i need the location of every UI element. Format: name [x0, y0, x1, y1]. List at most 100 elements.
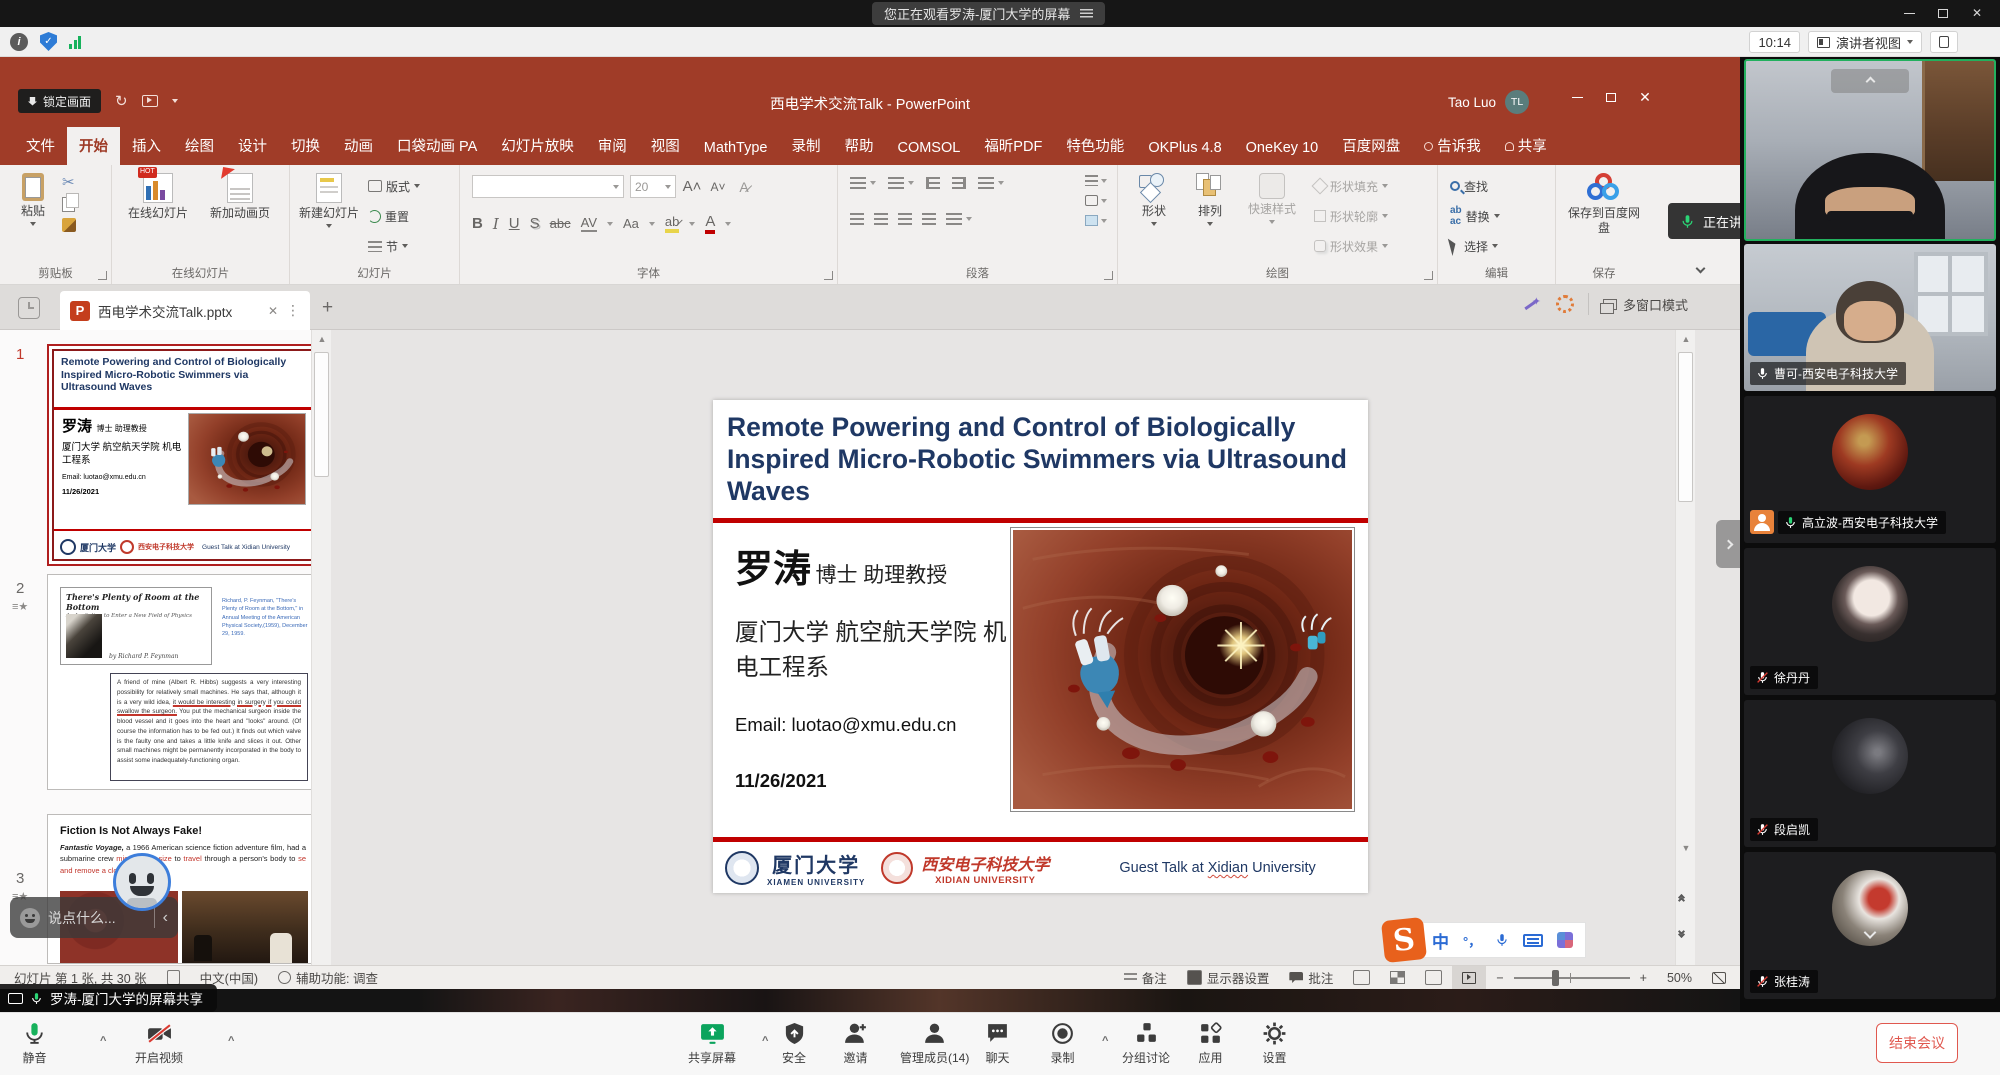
cut-icon[interactable]: ✂ [62, 173, 76, 191]
character-spacing-button[interactable]: AV [581, 215, 597, 232]
breakout-button[interactable]: 分组讨论 [1122, 1021, 1170, 1066]
slide-thumbnail-2[interactable]: There's Plenty of Room at the Bottom An … [47, 574, 319, 790]
flower-settings-icon[interactable] [1556, 295, 1574, 313]
fullscreen-button[interactable] [1930, 31, 1958, 53]
previous-slide-button[interactable] [1679, 895, 1684, 903]
copy-icon[interactable] [62, 197, 75, 212]
share-screen-button[interactable]: 共享屏幕 [688, 1021, 736, 1066]
thumbnail-scroll-up-icon[interactable]: ▲ [312, 330, 332, 348]
mute-button[interactable]: 静音 [22, 1021, 47, 1066]
view-normal-button[interactable] [1343, 970, 1380, 985]
view-mode-selector[interactable]: 演讲者视图 [1808, 31, 1922, 53]
clear-formatting-icon[interactable]: A̷ [734, 179, 754, 195]
canvas-scrollbar-thumb[interactable] [1678, 352, 1693, 502]
tab-design[interactable]: 设计 [226, 127, 279, 165]
ime-keyboard-icon[interactable] [1523, 934, 1543, 947]
replace-button[interactable]: abac替换 [1450, 205, 1500, 227]
align-text-button[interactable] [1085, 195, 1107, 206]
video-options-chevron[interactable]: ^ [228, 1035, 234, 1047]
zoom-percent[interactable]: 50% [1657, 971, 1702, 985]
zoom-slider-thumb[interactable] [1552, 970, 1559, 986]
paste-button[interactable]: 粘贴 [10, 173, 56, 226]
video-tile-speaker[interactable] [1744, 59, 1996, 241]
tab-help[interactable]: 帮助 [832, 127, 885, 165]
sidebar-scroll-more-button[interactable] [1866, 924, 1875, 942]
fit-to-window-button[interactable] [1702, 972, 1740, 984]
slide-thumbnail-3[interactable]: Fiction Is Not Always Fake! Fantastic Vo… [47, 814, 319, 964]
document-tab-menu-icon[interactable]: ⋮ [286, 302, 300, 319]
arrange-button[interactable]: 排列 [1184, 173, 1236, 226]
ime-toolbox-icon[interactable] [1557, 932, 1573, 948]
decrease-indent-icon[interactable] [926, 177, 940, 189]
history-icon[interactable] [18, 297, 40, 319]
shape-fill-button[interactable]: 形状填充 [1314, 175, 1388, 197]
banner-menu-icon[interactable] [1080, 9, 1093, 18]
tab-pocket-animation[interactable]: 口袋动画 PA [385, 127, 489, 165]
start-video-button[interactable]: 开启视频 [135, 1021, 183, 1066]
account-avatar[interactable]: TL [1505, 90, 1529, 114]
sogou-logo[interactable]: S [1381, 917, 1427, 963]
tab-comsol[interactable]: COMSOL [885, 132, 972, 165]
tab-foxit-pdf[interactable]: 福昕PDF [972, 127, 1054, 165]
font-dialog-launcher[interactable] [824, 271, 833, 280]
select-button[interactable]: 选择 [1450, 235, 1500, 257]
end-meeting-button[interactable]: 结束会议 [1876, 1023, 1958, 1063]
magic-wand-icon[interactable]: ✦ [1522, 294, 1542, 314]
apps-button[interactable]: 应用 [1198, 1021, 1223, 1066]
tab-okplus[interactable]: OKPlus 4.8 [1136, 132, 1233, 165]
tab-record[interactable]: 录制 [779, 127, 832, 165]
change-case-button[interactable]: Aa [623, 216, 639, 231]
multi-window-mode-button[interactable]: 多窗口模式 [1603, 295, 1688, 314]
record-options-chevron[interactable]: ^ [1102, 1035, 1108, 1047]
ime-voice-icon[interactable] [1495, 932, 1509, 948]
share-options-chevron[interactable]: ^ [762, 1035, 768, 1047]
collapse-ribbon-icon[interactable] [1696, 264, 1706, 274]
font-color-button[interactable]: A [705, 213, 715, 234]
quick-styles-button[interactable]: 快速样式 [1240, 173, 1304, 224]
shape-outline-button[interactable]: 形状轮廓 [1314, 205, 1388, 227]
tab-review[interactable]: 审阅 [586, 127, 639, 165]
font-size-combo[interactable]: 20 [630, 175, 676, 198]
sidebar-collapse-handle[interactable] [1716, 520, 1740, 568]
thumbnail-scrollbar[interactable]: ▲ [311, 330, 331, 965]
sidebar-collapse-button[interactable] [1831, 69, 1909, 93]
shrink-font-icon[interactable]: A˅ [708, 180, 728, 194]
tab-baidu-netdisk[interactable]: 百度网盘 [1330, 127, 1412, 165]
bold-button[interactable]: B [472, 215, 483, 232]
convert-smartart-button[interactable] [1085, 215, 1107, 226]
italic-button[interactable]: I [493, 215, 499, 233]
zoom-slider[interactable] [1514, 977, 1630, 979]
align-center-icon[interactable] [874, 213, 888, 225]
document-tab[interactable]: P 西电学术交流Talk.pptx ✕ ⋮ [60, 291, 310, 330]
canvas-scrollbar[interactable]: ▲ ▼ [1675, 330, 1695, 965]
tab-view[interactable]: 视图 [639, 127, 692, 165]
columns-icon[interactable] [946, 213, 962, 225]
document-tab-close-icon[interactable]: ✕ [268, 304, 278, 318]
increase-indent-icon[interactable] [952, 177, 966, 189]
zoom-in-button[interactable]: + [1630, 971, 1657, 985]
ppt-close-button[interactable]: ✕ [1628, 85, 1662, 109]
ppt-restore-button[interactable] [1594, 85, 1628, 109]
paragraph-dialog-launcher[interactable] [1104, 271, 1113, 280]
align-right-icon[interactable] [898, 213, 912, 225]
close-button[interactable]: ✕ [1960, 1, 1994, 25]
display-settings-button[interactable]: 显示器设置 [1177, 968, 1280, 987]
chat-collapse-icon[interactable]: ‹ [163, 909, 168, 927]
shape-effects-button[interactable]: 形状效果 [1314, 235, 1388, 257]
tab-draw[interactable]: 绘图 [173, 127, 226, 165]
tab-special-features[interactable]: 特色功能 [1054, 127, 1136, 165]
text-direction-button[interactable] [1085, 175, 1107, 186]
video-tile-gaolibo[interactable]: 高立波-西安电子科技大学 [1744, 396, 1996, 543]
meeting-info-icon[interactable]: i [10, 33, 28, 51]
clipboard-dialog-launcher[interactable] [98, 271, 107, 280]
tab-mathtype[interactable]: MathType [692, 132, 780, 165]
tab-share[interactable]: 共享 [1493, 127, 1559, 165]
settings-button[interactable]: 设置 [1262, 1021, 1287, 1066]
save-to-baidu-button[interactable]: 保存到百度网盘 [1566, 173, 1642, 236]
video-tile-xudandan[interactable]: 徐丹丹 [1744, 548, 1996, 695]
format-painter-icon[interactable] [62, 218, 76, 232]
bullets-icon[interactable] [850, 177, 866, 189]
minimize-button[interactable] [1892, 1, 1926, 25]
find-button[interactable]: 查找 [1450, 175, 1500, 197]
video-tile-zhangguitao[interactable]: 张桂涛 [1744, 852, 1996, 999]
